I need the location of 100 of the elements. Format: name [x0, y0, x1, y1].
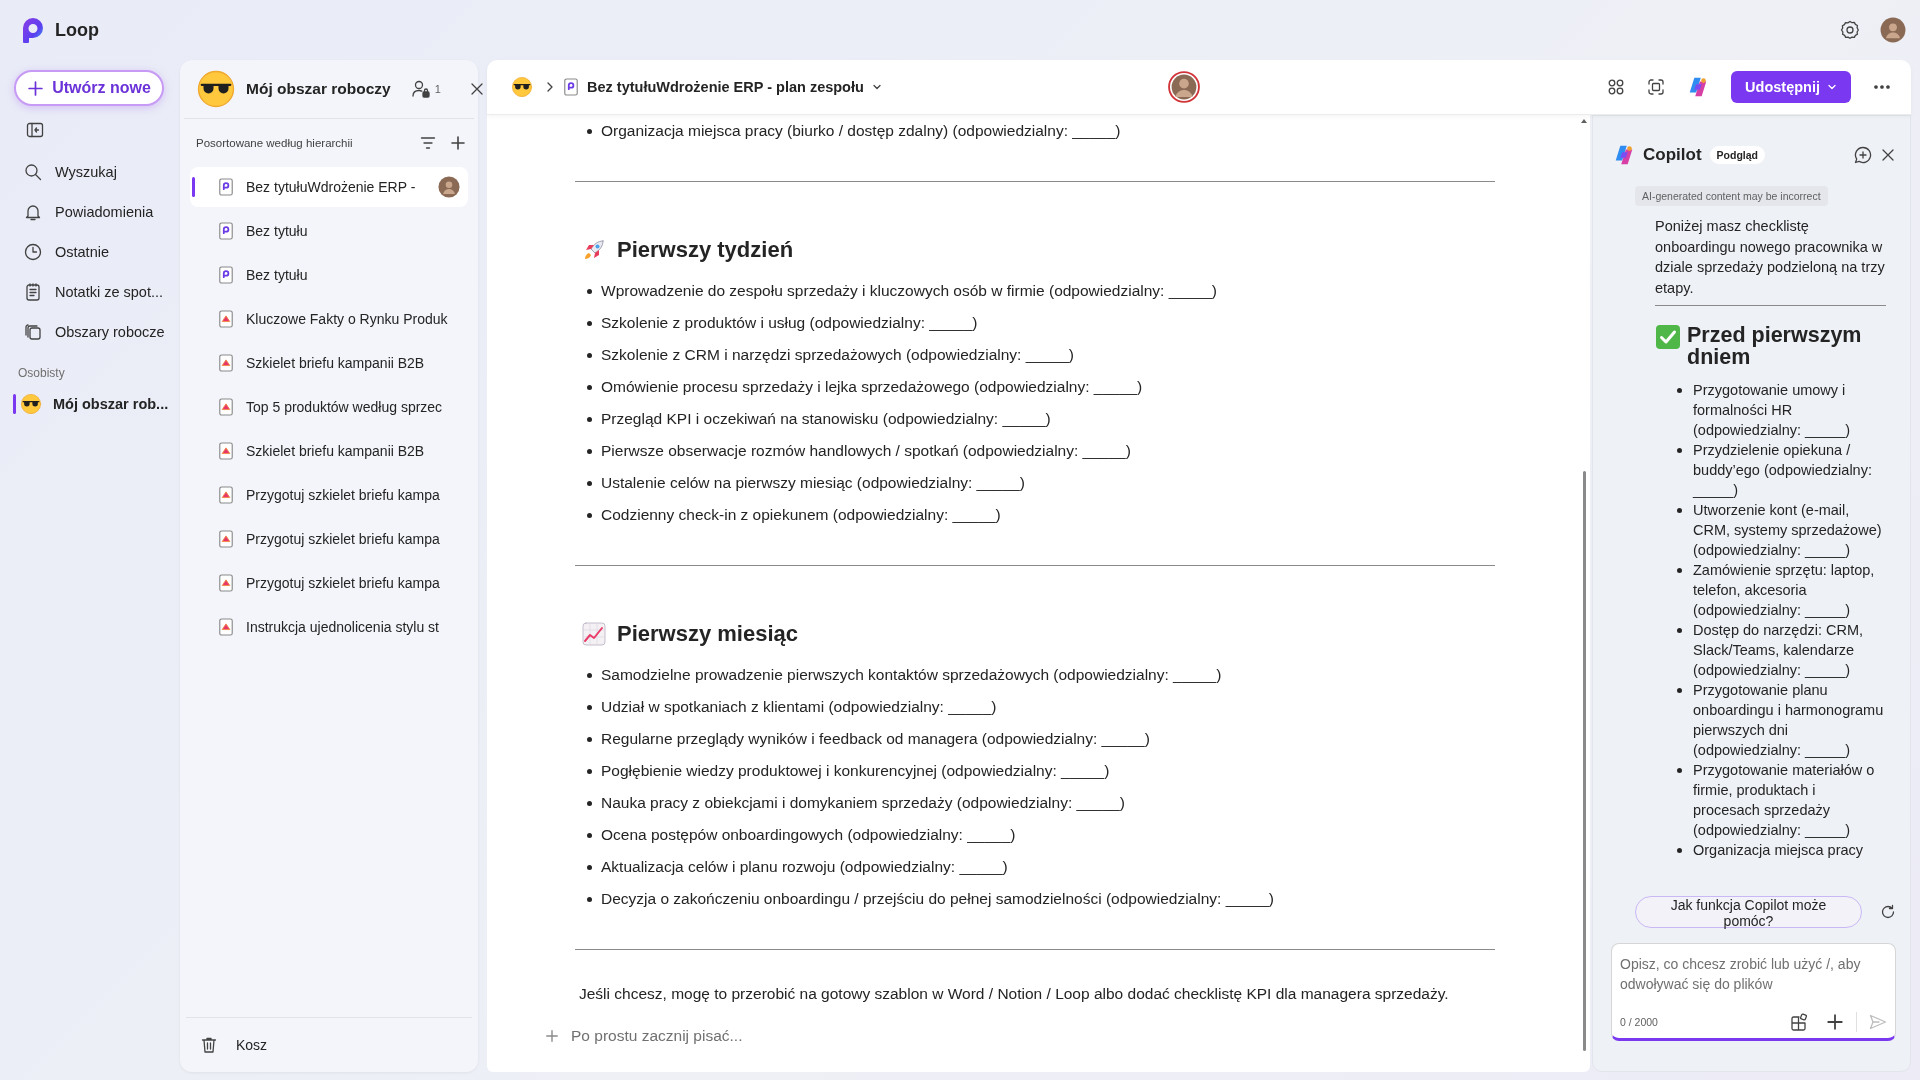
add-icon[interactable]: [450, 135, 466, 151]
page-item[interactable]: Przygotuj szkielet briefu kampa: [190, 475, 468, 515]
page-item[interactable]: Szkielet briefu kampanii B2B: [190, 431, 468, 471]
copilot-icon: [1613, 144, 1635, 166]
add-icon[interactable]: [1826, 1013, 1844, 1031]
more-icon[interactable]: [1873, 84, 1891, 90]
create-new-button[interactable]: Utwórz nowe: [14, 70, 164, 106]
bullet-dot: [1677, 448, 1682, 453]
nav-item[interactable]: Obszary robocze: [14, 312, 180, 352]
frame-icon[interactable]: [1647, 78, 1666, 96]
bullet-dot: [587, 480, 592, 486]
search-icon: [24, 163, 42, 181]
section-heading: Pierwszy miesiąc: [617, 621, 798, 647]
workspace-title: Mój obszar roboczy: [246, 80, 391, 98]
page-icon: [218, 574, 234, 592]
list-item-text: Codzienny check-in z opiekunem (odpowiedzialny: _____): [601, 506, 1001, 524]
bullet-dot: [1677, 388, 1682, 393]
loop-page-icon: [218, 178, 234, 196]
page-item[interactable]: Bez tytułuWdrożenie ERP -: [190, 167, 468, 207]
bullet-dot: [1677, 628, 1682, 633]
trash-item[interactable]: Kosz: [186, 1017, 472, 1072]
section-heading: Pierwszy tydzień: [617, 237, 794, 263]
list-item-text: Organizacja miejsca pracy (biurko / dostęp zdalny) (odpowiedzialny: _____): [601, 122, 1121, 140]
bullet-dot: [587, 768, 592, 774]
bullet-dot: [587, 832, 592, 838]
list-item-text: Przygotowanie materiałów o firmie, produktach i procesach sprzedaży (odpowiedzialny: _____): [1693, 761, 1876, 840]
list-item-text: Szkolenie z produktów i usług (odpowiedzialny: _____): [601, 314, 978, 332]
page-item[interactable]: Przygotuj szkielet briefu kampa: [190, 563, 468, 603]
bullet-dot: [1677, 688, 1682, 693]
bullet-dot: [587, 288, 592, 294]
scroll-up-arrow: [1581, 119, 1587, 123]
person-lock-icon: [410, 79, 431, 99]
page-item[interactable]: Przygotuj szkielet briefu kampa: [190, 519, 468, 559]
workspaces-icon: [24, 323, 42, 341]
caret-icon: [1827, 83, 1837, 91]
settings-icon[interactable]: [1840, 20, 1860, 40]
loop-page-icon: [218, 266, 234, 284]
prompt-field[interactable]: Opisz, co chcesz zrobić lub użyć /, aby odwoływać się do plików 0 / 2000: [1611, 943, 1896, 1041]
bullet-dot: [1677, 568, 1682, 573]
bullet-dot: [587, 416, 592, 422]
bullet-dot: [1677, 508, 1682, 513]
caret-icon: [871, 83, 882, 91]
bullet-dot: [587, 384, 592, 390]
refresh-icon[interactable]: [1880, 904, 1896, 920]
filter-icon[interactable]: [420, 136, 436, 150]
list-item-text: Aktualizacja celów i planu rozwoju (odpowiedzialny: _____): [601, 858, 1008, 876]
list-item-text: Zamówienie sprzętu: laptop, telefon, akcesoria (odpowiedzialny: _____): [1693, 561, 1876, 620]
avatar[interactable]: [438, 176, 460, 198]
editor-placeholder[interactable]: Po prostu zacznij pisać...: [571, 1027, 743, 1045]
share-button[interactable]: Udostępnij: [1731, 71, 1851, 103]
plus-icon[interactable]: [27, 79, 45, 97]
page-item[interactable]: Instrukcja ujednolicenia stylu st: [190, 607, 468, 647]
nav-item[interactable]: Powiadomienia: [14, 192, 180, 232]
avatar[interactable]: [1880, 17, 1906, 43]
section-label: Osobisty: [18, 366, 66, 380]
list-item-text: Udział w spotkaniach z klientami (odpowiedzialny: _____): [601, 698, 997, 716]
bullet-dot: [587, 448, 592, 454]
page-item[interactable]: Top 5 produktów według sprzec: [190, 387, 468, 427]
page-icon: [218, 398, 234, 416]
panel-title: Copilot: [1643, 145, 1702, 165]
avatar[interactable]: [1168, 71, 1201, 103]
list-item-text: Wprowadzenie do zespołu sprzedaży i kluczowych osób w firmie (odpowiedzialny: _____): [601, 282, 1217, 300]
page-item[interactable]: Szkielet briefu kampanii B2B: [190, 343, 468, 383]
components-icon[interactable]: [1607, 78, 1626, 96]
list-item-text: Organizacja miejsca pracy: [1693, 841, 1864, 860]
bullet-dot: [587, 704, 592, 710]
chevron-right-icon: [545, 81, 555, 93]
list-item-text: Przegląd KPI i oczekiwań na stanowisku (odpowiedzialny: _____): [601, 410, 1051, 428]
bullet-dot: [587, 672, 592, 678]
prompt-placeholder: Opisz, co chcesz zrobić lub użyć /, aby odwoływać się do plików: [1620, 955, 1862, 994]
page-icon: [218, 618, 234, 636]
page-item[interactable]: Bez tytułu: [190, 211, 468, 251]
page-icon: [218, 530, 234, 548]
page-icon: [218, 486, 234, 504]
bullet-dot: [1677, 768, 1682, 773]
list-item-text: Ocena postępów onboardingowych (odpowiedzialny: _____): [601, 826, 1016, 844]
sunglasses-icon: [511, 76, 533, 98]
sunglasses-icon: [196, 69, 236, 109]
new-chat-icon[interactable]: [1854, 146, 1872, 164]
trash-icon: [200, 1036, 218, 1054]
workspace-item[interactable]: Mój obszar rob...: [14, 384, 180, 424]
bullet-dot: [1677, 848, 1682, 853]
list-item-text: Decyzja o zakończeniu onboardingu / przejściu do pełnej samodzielności (odpowiedzialny: _____): [601, 890, 1274, 908]
nav-item[interactable]: Ostatnie: [14, 232, 180, 272]
loop-page-icon: [563, 78, 579, 96]
list-item-text: Omówienie procesu sprzedaży i lejka sprzedażowego (odpowiedzialny: _____): [601, 378, 1143, 396]
bell-icon: [24, 203, 42, 221]
nav-item[interactable]: Wyszukaj: [14, 152, 180, 192]
scrollbar-thumb[interactable]: [1582, 471, 1586, 1051]
collapse-sidebar-icon[interactable]: [26, 122, 44, 138]
paragraph: Jeśli chcesz, mogę to przerobić na gotowy szablon w Word / Notion / Loop albo dodać checklistę KPI dla managera sprzedaży.: [579, 984, 1450, 1004]
page-icon: [218, 354, 234, 372]
close-icon[interactable]: [1880, 147, 1896, 163]
page-item[interactable]: Kluczowe Fakty o Rynku Produk: [190, 299, 468, 339]
suggestion-chip[interactable]: Jak funkcja Copilot może pomóc?: [1635, 896, 1862, 928]
loop-logo-icon: [20, 17, 46, 43]
page-item[interactable]: Bez tytułu: [190, 255, 468, 295]
nav-item[interactable]: Notatki ze spot...: [14, 272, 180, 312]
add-content-icon[interactable]: [1790, 1013, 1808, 1031]
list-item-text: Pierwsze obserwacje rozmów handlowych / spotkań (odpowiedzialny: _____): [601, 442, 1131, 460]
